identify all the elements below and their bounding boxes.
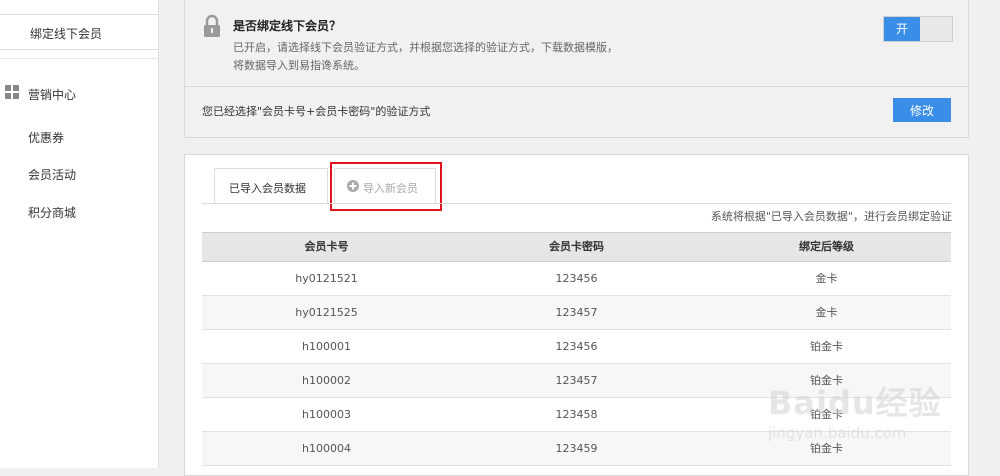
table-row: hy0121525 123457 金卡: [202, 296, 951, 330]
header-level: 绑定后等级: [799, 240, 854, 253]
cell-level: 金卡: [815, 272, 838, 285]
sidebar-group-label: 营销中心: [28, 88, 77, 102]
cell-card-number: h100001: [302, 340, 351, 353]
watermark-text: Baidu经验: [768, 384, 942, 422]
sidebar-item-member-activities[interactable]: 会员活动: [28, 166, 76, 183]
binding-settings-panel: 是否绑定线下会员？ 已开启，请选择线下会员验证方式，并根据您选择的验证方式，下载…: [184, 0, 969, 138]
cell-card-number: h100002: [302, 374, 351, 387]
cell-card-password: 123457: [555, 374, 598, 387]
header-card-number: 会员卡号: [304, 240, 349, 253]
tab-imported-members[interactable]: 已导入会员数据: [214, 168, 328, 204]
cell-card-number: hy0121521: [295, 272, 358, 285]
selected-method-text: 您已经选择"会员卡号+会员卡密码"的验证方式: [202, 105, 431, 118]
header-card-password: 会员卡密码: [549, 240, 604, 253]
cell-card-number: h100004: [302, 442, 351, 455]
binding-description-line2: 将数据导入到易指谗系统。: [233, 59, 365, 72]
table-row: hy0121521 123456 金卡: [202, 262, 951, 296]
grid-icon: [5, 85, 19, 99]
sidebar-group-marketing[interactable]: 营销中心: [0, 82, 158, 104]
table-row: h100001 123456 铂金卡: [202, 330, 951, 364]
watermark-subtext: jingyan.baidu.com: [768, 424, 907, 442]
sidebar: 绑定线下会员 营销中心 优惠券 会员活动 积分商城: [0, 0, 159, 468]
binding-toggle[interactable]: 开: [883, 16, 953, 42]
cell-level: 铂金卡: [810, 340, 843, 353]
modify-button[interactable]: 修改: [893, 98, 951, 122]
binding-description-line1: 已开启，请选择线下会员验证方式，并根据您选择的验证方式，下载数据模版，: [233, 41, 618, 54]
cell-card-password: 123456: [555, 340, 598, 353]
cell-card-number: hy0121525: [295, 306, 358, 319]
cell-card-password: 123458: [555, 408, 598, 421]
sidebar-item-coupons[interactable]: 优惠券: [28, 129, 64, 146]
toggle-on-label: 开: [884, 17, 920, 41]
tab-label: 已导入会员数据: [229, 182, 306, 195]
cell-card-password: 123459: [555, 442, 598, 455]
cell-level: 金卡: [815, 306, 838, 319]
sidebar-item-label: 绑定线下会员: [30, 27, 103, 41]
panel-divider: [185, 86, 968, 87]
baidu-jingyan-watermark: Baidu经验 jingyan.baidu.com: [768, 368, 978, 466]
verification-note: 系统将根据"已导入会员数据"，进行会员绑定验证: [710, 210, 952, 223]
binding-title: 是否绑定线下会员？: [233, 19, 342, 33]
table-header: 会员卡号 会员卡密码 绑定后等级: [202, 232, 951, 262]
sidebar-item-bind-offline-members[interactable]: 绑定线下会员: [0, 14, 158, 50]
cell-card-password: 123457: [555, 306, 598, 319]
sidebar-divider: [0, 58, 158, 60]
tab-underline: [202, 203, 951, 204]
cell-card-password: 123456: [555, 272, 598, 285]
lock-icon: [204, 14, 220, 37]
cell-card-number: h100003: [302, 408, 351, 421]
sidebar-item-points-mall[interactable]: 积分商城: [28, 204, 76, 221]
